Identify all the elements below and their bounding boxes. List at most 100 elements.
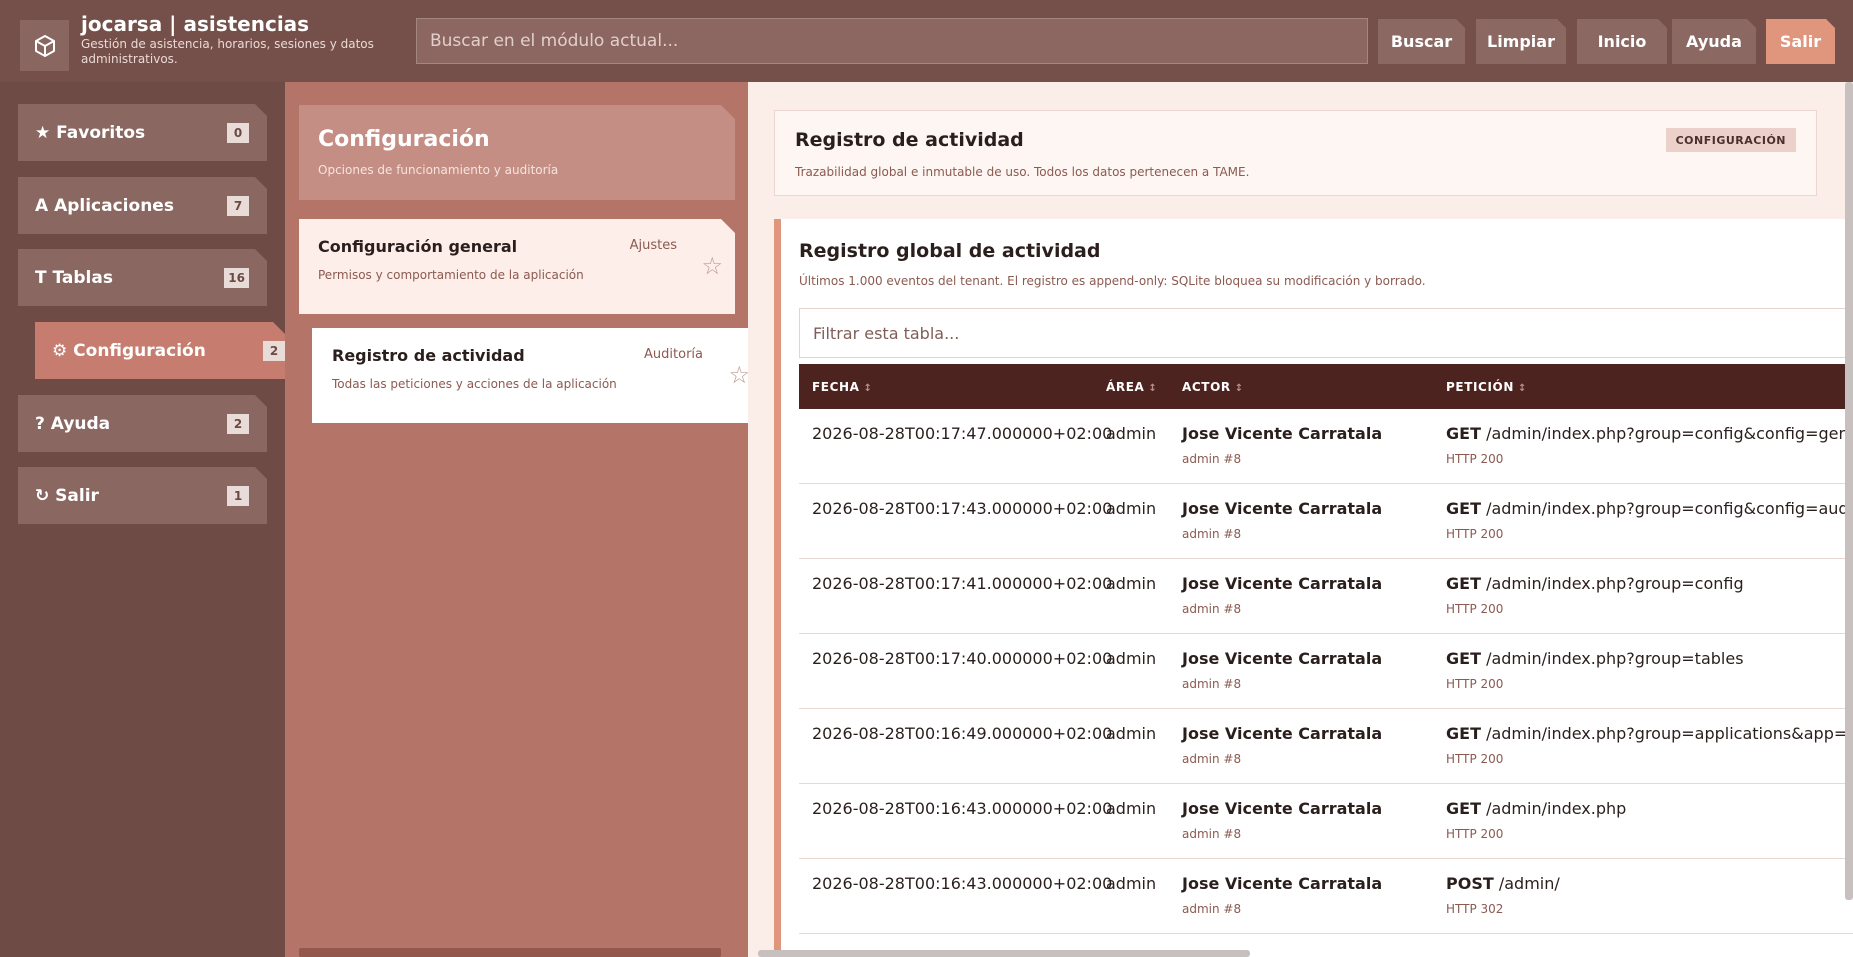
count-badge: 7 bbox=[227, 196, 249, 216]
card-description: Todas las peticiones y acciones de la ap… bbox=[332, 377, 617, 391]
cell-status: HTTP 302 bbox=[1446, 902, 1504, 916]
count-badge: 16 bbox=[224, 268, 249, 288]
cell-actor: Jose Vicente Carratala bbox=[1182, 874, 1383, 893]
sidebar-item-label: ⚙ Configuración bbox=[52, 340, 206, 361]
horizontal-scrollbar[interactable] bbox=[299, 948, 721, 957]
table-filter-input[interactable] bbox=[799, 308, 1853, 358]
app-logo[interactable] bbox=[20, 20, 69, 71]
table-header: FECHA ↕ ÁREA ↕ ACTOR ↕ PETICIÓN ↕ bbox=[799, 364, 1853, 409]
cell-actor: Jose Vicente Carratala bbox=[1182, 724, 1383, 743]
page-info-box: Registro de actividad Trazabilidad globa… bbox=[774, 110, 1817, 196]
column-header-fecha[interactable]: FECHA ↕ bbox=[812, 380, 873, 394]
table-row[interactable]: 2026-08-28T00:16:43.000000+02:00 admin J… bbox=[799, 859, 1853, 934]
star-outline-icon[interactable]: ☆ bbox=[728, 361, 748, 389]
cell-area: admin bbox=[1106, 724, 1157, 743]
cell-actor-id: admin #8 bbox=[1182, 527, 1242, 541]
sidebar-item-tablas[interactable]: T Tablas 16 bbox=[18, 249, 267, 306]
card-registro-actividad[interactable]: Registro de actividad Auditoría Todas la… bbox=[312, 328, 748, 423]
app-subtitle: Gestión de asistencia, horarios, sesione… bbox=[81, 37, 374, 66]
cell-date: 2026-08-28T00:17:40.000000+02:00 bbox=[812, 649, 1113, 668]
cell-status: HTTP 200 bbox=[1446, 827, 1504, 841]
cell-actor: Jose Vicente Carratala bbox=[1182, 799, 1383, 818]
table-row[interactable]: 2026-08-28T00:16:49.000000+02:00 admin J… bbox=[799, 709, 1853, 784]
panel-title: Registro global de actividad bbox=[799, 240, 1101, 262]
sidebar-item-ayuda[interactable]: ? Ayuda 2 bbox=[18, 395, 267, 452]
column-header-area[interactable]: ÁREA ↕ bbox=[1106, 380, 1157, 394]
cell-status: HTTP 200 bbox=[1446, 602, 1504, 616]
card-tag: Ajustes bbox=[629, 238, 677, 253]
section-header: Configuración Opciones de funcionamiento… bbox=[299, 105, 735, 200]
module-search-input[interactable] bbox=[416, 18, 1368, 64]
cell-actor: Jose Vicente Carratala bbox=[1182, 649, 1383, 668]
table-row[interactable]: 2026-08-28T00:17:43.000000+02:00 admin J… bbox=[799, 484, 1853, 559]
sidebar-item-label: T Tablas bbox=[35, 267, 113, 288]
main-content: Registro de actividad Trazabilidad globa… bbox=[748, 82, 1853, 957]
cell-request: GET /admin/index.php?group=applications&… bbox=[1446, 724, 1853, 743]
cell-actor: Jose Vicente Carratala bbox=[1182, 424, 1383, 443]
search-button[interactable]: Buscar bbox=[1378, 19, 1465, 64]
cell-actor-id: admin #8 bbox=[1182, 902, 1242, 916]
cell-area: admin bbox=[1106, 424, 1157, 443]
count-badge: 1 bbox=[227, 486, 249, 506]
cell-date: 2026-08-28T00:17:47.000000+02:00 bbox=[812, 424, 1113, 443]
card-configuracion-general[interactable]: Configuración general Ajustes Permisos y… bbox=[299, 219, 735, 314]
sidebar-item-configuracion[interactable]: ⚙ Configuración 2 bbox=[35, 322, 285, 379]
count-badge: 2 bbox=[263, 341, 285, 361]
sidebar-item-label: ↻ Salir bbox=[35, 485, 99, 506]
vertical-scrollbar[interactable] bbox=[1845, 82, 1853, 900]
cell-request: POST /admin/ bbox=[1446, 874, 1560, 893]
sort-icon: ↕ bbox=[1148, 383, 1158, 394]
horizontal-scrollbar[interactable] bbox=[758, 950, 1250, 957]
card-title: Configuración general bbox=[318, 237, 518, 256]
page-title: Registro de actividad bbox=[795, 129, 1024, 151]
cell-date: 2026-08-28T00:17:41.000000+02:00 bbox=[812, 574, 1113, 593]
cell-request: GET /admin/index.php?group=config bbox=[1446, 574, 1744, 593]
cell-actor-id: admin #8 bbox=[1182, 452, 1242, 466]
logout-button[interactable]: Salir bbox=[1766, 19, 1835, 64]
sidebar-item-label: ? Ayuda bbox=[35, 413, 111, 434]
cell-area: admin bbox=[1106, 649, 1157, 668]
column-header-actor[interactable]: ACTOR ↕ bbox=[1182, 380, 1244, 394]
table-row[interactable]: 2026-08-28T00:16:43.000000+02:00 admin J… bbox=[799, 784, 1853, 859]
column-header-peticion[interactable]: PETICIÓN ↕ bbox=[1446, 380, 1527, 394]
sidebar-item-label: ★ Favoritos bbox=[35, 122, 146, 143]
cell-request: GET /admin/index.php?group=config&config… bbox=[1446, 424, 1853, 443]
cell-actor-id: admin #8 bbox=[1182, 827, 1242, 841]
cell-request: GET /admin/index.php bbox=[1446, 799, 1627, 818]
sidebar-item-label: A Aplicaciones bbox=[35, 195, 174, 216]
home-button[interactable]: Inicio bbox=[1577, 19, 1667, 64]
cell-status: HTTP 200 bbox=[1446, 452, 1504, 466]
section-badge: CONFIGURACIÓN bbox=[1665, 128, 1796, 152]
cell-area: admin bbox=[1106, 499, 1157, 518]
cell-actor-id: admin #8 bbox=[1182, 752, 1242, 766]
sidebar-item-favoritos[interactable]: ★ Favoritos 0 bbox=[18, 104, 267, 161]
sidebar: ★ Favoritos 0 A Aplicaciones 7 T Tablas … bbox=[0, 82, 285, 957]
count-badge: 0 bbox=[227, 123, 249, 143]
activity-panel: Registro global de actividad Últimos 1.0… bbox=[774, 219, 1853, 957]
table-row[interactable]: 2026-08-28T00:17:40.000000+02:00 admin J… bbox=[799, 634, 1853, 709]
table-row[interactable]: 2026-08-28T00:17:47.000000+02:00 admin J… bbox=[799, 409, 1853, 484]
table-row[interactable]: 2026-08-28T00:17:41.000000+02:00 admin J… bbox=[799, 559, 1853, 634]
section-column: Configuración Opciones de funcionamiento… bbox=[285, 82, 748, 957]
cell-request: GET /admin/index.php?group=config&config… bbox=[1446, 499, 1853, 518]
sort-icon: ↕ bbox=[1234, 383, 1244, 394]
cell-area: admin bbox=[1106, 799, 1157, 818]
page-subtitle: Trazabilidad global e inmutable de uso. … bbox=[795, 165, 1250, 179]
card-title: Registro de actividad bbox=[332, 346, 525, 365]
cell-date: 2026-08-28T00:16:43.000000+02:00 bbox=[812, 874, 1113, 893]
cell-date: 2026-08-28T00:16:49.000000+02:00 bbox=[812, 724, 1113, 743]
star-outline-icon[interactable]: ☆ bbox=[701, 252, 723, 280]
help-button[interactable]: Ayuda bbox=[1672, 19, 1756, 64]
section-subtitle: Opciones de funcionamiento y auditoría bbox=[318, 163, 559, 177]
sidebar-item-aplicaciones[interactable]: A Aplicaciones 7 bbox=[18, 177, 267, 234]
sidebar-item-salir[interactable]: ↻ Salir 1 bbox=[18, 467, 267, 524]
cell-actor-id: admin #8 bbox=[1182, 602, 1242, 616]
app-title: jocarsa | asistencias bbox=[81, 12, 310, 36]
section-title: Configuración bbox=[318, 127, 490, 152]
cell-date: 2026-08-28T00:17:43.000000+02:00 bbox=[812, 499, 1113, 518]
sort-icon: ↕ bbox=[863, 383, 873, 394]
top-bar: jocarsa | asistencias Gestión de asisten… bbox=[0, 0, 1853, 82]
clear-button[interactable]: Limpiar bbox=[1476, 19, 1566, 64]
cell-actor: Jose Vicente Carratala bbox=[1182, 499, 1383, 518]
cell-actor-id: admin #8 bbox=[1182, 677, 1242, 691]
